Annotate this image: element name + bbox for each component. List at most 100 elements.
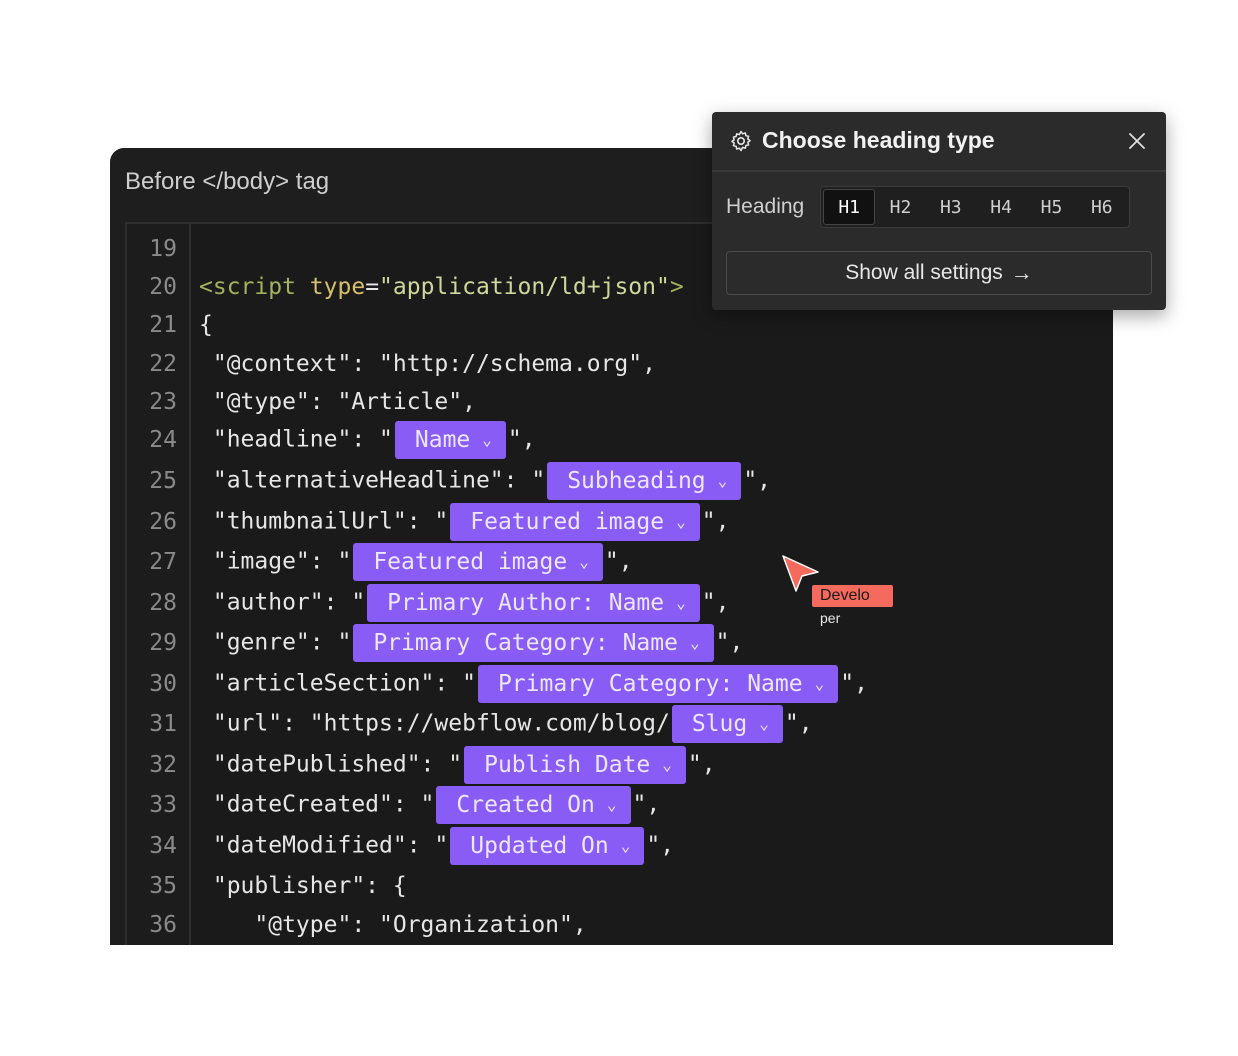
- heading-option-h6[interactable]: H6: [1077, 189, 1127, 225]
- code-text: "datePublished": ": [199, 751, 463, 778]
- popup-header: Choose heading type: [712, 112, 1166, 172]
- heading-option-h5[interactable]: H5: [1026, 189, 1076, 225]
- chevron-down-icon: ⌄: [759, 714, 769, 733]
- line-number: 20: [149, 274, 177, 300]
- chevron-down-icon: ⌄: [620, 836, 631, 855]
- cms-field-featured-image[interactable]: Featured image ⌄: [450, 503, 700, 541]
- cms-field-primary-category[interactable]: Primary Category: Name ⌄: [353, 624, 714, 662]
- chevron-down-icon: ⌄: [717, 471, 728, 490]
- code-text: ",: [701, 508, 730, 535]
- chevron-down-icon: ⌄: [606, 795, 617, 814]
- code-token-string: "application/ld+json": [379, 274, 670, 300]
- field-label: Featured image: [470, 509, 665, 535]
- code-text: "thumbnailUrl": ": [199, 508, 449, 535]
- line-number: 29: [149, 630, 177, 656]
- code-token-eq: =: [365, 274, 380, 300]
- cms-field-name[interactable]: Name ⌄: [394, 421, 506, 459]
- line-number: 34: [149, 833, 177, 859]
- code-token-tag: >: [669, 274, 684, 300]
- heading-option-h4[interactable]: H4: [976, 189, 1026, 225]
- code-text: ",: [687, 751, 716, 778]
- code-line: "headline": " Name ⌄ ",: [199, 421, 536, 459]
- chevron-down-icon: ⌄: [676, 512, 686, 531]
- popup-title: Choose heading type: [762, 127, 995, 153]
- line-number: 26: [149, 509, 177, 535]
- heading-option-h2[interactable]: H2: [875, 189, 925, 225]
- code-area[interactable]: 19 20 21 22 23 24 25 26 27 28 29 30 31 3…: [125, 222, 1113, 945]
- code-line: "datePublished": " Publish Date ⌄ ",: [199, 746, 716, 784]
- code-line: "@context": "http://schema.org",: [199, 351, 656, 377]
- code-line: "image": " Featured image ⌄ ",: [199, 543, 633, 581]
- line-number: 23: [149, 389, 177, 415]
- code-text: "headline": ": [199, 426, 393, 453]
- close-icon[interactable]: [1127, 131, 1147, 151]
- line-number: 33: [149, 792, 177, 818]
- code-text: ",: [632, 791, 661, 818]
- chevron-down-icon: ⌄: [482, 430, 492, 449]
- field-label: Primary Category: Name: [497, 671, 803, 697]
- cms-field-slug[interactable]: Slug ⌄: [671, 705, 783, 743]
- code-text: "dateModified": ": [199, 832, 449, 859]
- line-number: 31: [149, 711, 177, 737]
- code-text: "author": ": [199, 589, 366, 616]
- show-all-settings-label: Show all settings: [845, 261, 1003, 284]
- code-text: "genre": ": [199, 629, 352, 656]
- code-line: "articleSection": " Primary Category: Nam…: [199, 665, 868, 703]
- code-text: ",: [784, 710, 813, 737]
- code-text: "articleSection": ": [199, 670, 476, 697]
- line-number: 35: [149, 873, 177, 899]
- code-text: ",: [743, 467, 772, 494]
- code-line: "dateModified": " Updated On ⌄ ",: [199, 827, 674, 865]
- cms-field-primary-author[interactable]: Primary Author: Name ⌄: [367, 584, 700, 622]
- code-text: ",: [840, 670, 868, 697]
- code-line: "@type": "Article",: [199, 389, 476, 415]
- heading-option-h3[interactable]: H3: [926, 189, 976, 225]
- cms-field-created-on[interactable]: Created On ⌄: [436, 786, 631, 824]
- chevron-down-icon: ⌄: [689, 633, 700, 652]
- line-number: 19: [149, 236, 177, 262]
- line-number: 32: [149, 752, 177, 778]
- heading-level-selector: H1 H2 H3 H4 H5 H6: [820, 186, 1130, 228]
- show-all-settings-button[interactable]: Show all settings →: [726, 251, 1152, 295]
- code-line: "genre": " Primary Category: Name ⌄ ",: [199, 624, 743, 662]
- chevron-down-icon: ⌄: [814, 674, 825, 693]
- line-number-gutter: 19 20 21 22 23 24 25 26 27 28 29 30 31 3…: [127, 224, 191, 945]
- code-line: "alternativeHeadline": " Subheading ⌄ ",: [199, 462, 771, 500]
- cms-field-primary-category[interactable]: Primary Category: Name ⌄: [477, 665, 839, 703]
- cms-field-featured-image[interactable]: Featured image ⌄: [353, 543, 603, 581]
- code-line: "thumbnailUrl": " Featured image ⌄ ",: [199, 503, 729, 541]
- code-text: "url": "https://webflow.com/blog/: [199, 710, 670, 737]
- chevron-down-icon: ⌄: [579, 552, 589, 571]
- code-line: "author": " Primary Author: Name ⌄ ",: [199, 584, 729, 622]
- collaborator-name-overflow: per: [820, 610, 841, 626]
- code-text: ",: [701, 589, 730, 616]
- code-text: ",: [507, 426, 536, 453]
- chevron-down-icon: ⌄: [676, 593, 686, 612]
- heading-label: Heading: [726, 195, 805, 218]
- field-label: Name: [414, 427, 471, 453]
- cms-field-updated-on[interactable]: Updated On ⌄: [450, 827, 645, 865]
- code-line: "dateCreated": " Created On ⌄ ",: [199, 786, 660, 824]
- line-number: 25: [149, 468, 177, 494]
- line-number: 27: [149, 549, 177, 575]
- line-number: 24: [149, 427, 177, 453]
- code-text: ",: [715, 629, 744, 656]
- code-line: <script type="application/ld+json">: [199, 272, 684, 302]
- code-token-tag: <script: [199, 274, 296, 300]
- line-number: 30: [149, 671, 177, 697]
- code-text: ",: [646, 832, 675, 859]
- editor-title: Before </body> tag: [125, 168, 330, 195]
- cms-field-publish-date[interactable]: Publish Date ⌄: [464, 746, 686, 784]
- field-label: Created On: [456, 792, 595, 818]
- field-label: Slug: [691, 711, 748, 737]
- heading-option-h1[interactable]: H1: [823, 189, 876, 225]
- code-line: "publisher": {: [199, 873, 407, 899]
- arrow-right-icon: →: [1010, 260, 1033, 285]
- cms-field-subheading[interactable]: Subheading ⌄: [547, 462, 742, 500]
- code-text: ",: [604, 548, 633, 575]
- chevron-down-icon: ⌄: [662, 755, 672, 774]
- code-line: {: [199, 312, 213, 338]
- choose-heading-popup: Choose heading type Heading H1 H2 H3 H4 …: [712, 112, 1166, 310]
- line-number: 21: [149, 312, 177, 338]
- code-text: "image": ": [199, 548, 352, 575]
